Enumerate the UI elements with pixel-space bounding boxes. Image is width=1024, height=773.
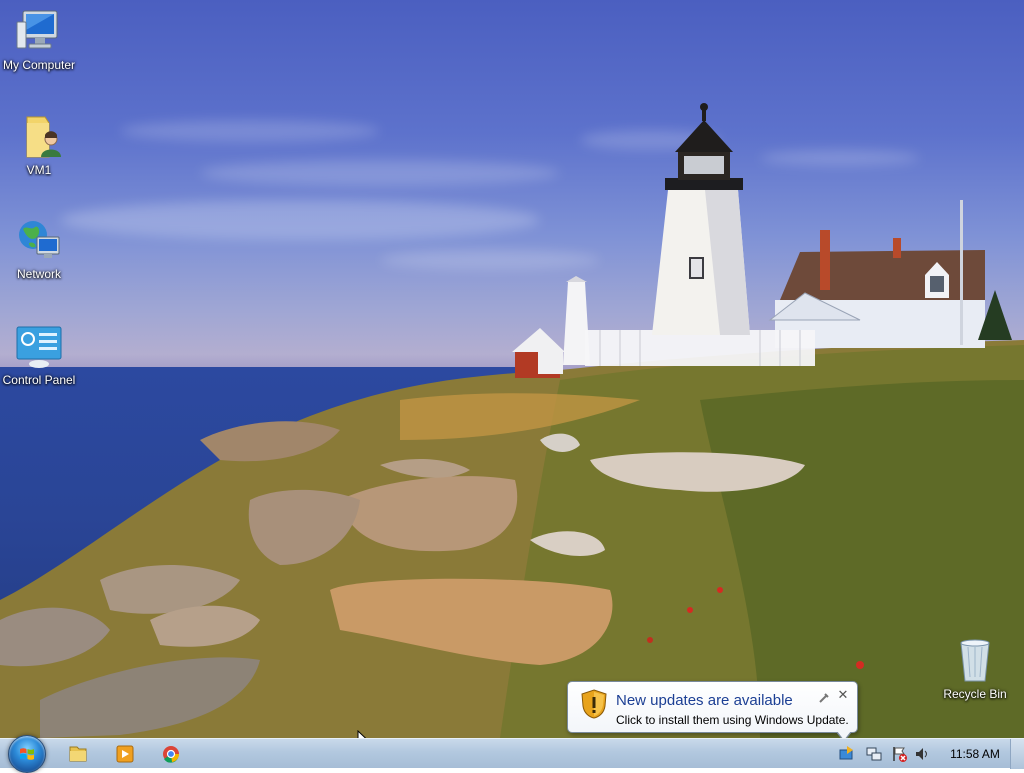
desktop-icon-label: Network (16, 267, 61, 281)
show-desktop-button[interactable] (1010, 739, 1024, 769)
network-icon (15, 217, 63, 265)
desktop-icon-label: VM1 (26, 163, 52, 177)
notification-close-button[interactable]: ✕ (836, 688, 850, 702)
volume-icon[interactable] (914, 746, 930, 762)
action-center-icon[interactable] (891, 746, 907, 762)
balloon-tail-inner (837, 731, 851, 738)
taskbar-explorer-button[interactable] (58, 742, 98, 766)
taskbar-media-player-button[interactable] (105, 742, 145, 766)
windows-logo-icon (20, 748, 34, 760)
wallpaper-landscape (0, 103, 1024, 738)
user-folder-icon (15, 113, 63, 161)
windows-update-icon[interactable] (838, 746, 854, 762)
recycle-bin-icon (951, 637, 999, 685)
desktop-icon-control-panel[interactable]: Control Panel (0, 323, 79, 387)
desktop-icon-recycle-bin[interactable]: Recycle Bin (935, 637, 1015, 701)
desktop-icon-network[interactable]: Network (0, 217, 79, 281)
notification-title: New updates are available (616, 692, 793, 709)
taskbar-clock[interactable]: 11:58 AM (940, 739, 1010, 769)
windows-update-shield-icon (581, 689, 607, 719)
taskbar-chrome-button[interactable] (151, 742, 191, 766)
computer-icon (15, 8, 63, 56)
control-panel-icon (15, 323, 63, 371)
windows-explorer-icon (69, 746, 87, 762)
media-player-icon (116, 745, 134, 763)
desktop-icon-label: Control Panel (2, 373, 76, 387)
desktop[interactable]: My Computer VM1 Network Control Panel Re… (0, 0, 1024, 738)
notification-body: Click to install them using Windows Upda… (616, 713, 849, 727)
network-tray-icon[interactable] (866, 746, 882, 762)
desktop-icon-label: Recycle Bin (943, 687, 1007, 701)
desktop-icon-my-computer[interactable]: My Computer (0, 8, 79, 72)
chrome-icon (163, 746, 180, 763)
notification-options-icon[interactable] (818, 691, 830, 703)
start-button[interactable] (8, 735, 46, 773)
taskbar: 11:58 AM (0, 735, 1024, 773)
update-notification-balloon[interactable]: New updates are available Click to insta… (567, 681, 858, 738)
desktop-icon-label: My Computer (2, 58, 76, 72)
desktop-icon-vm1[interactable]: VM1 (0, 113, 79, 177)
mouse-cursor-icon (357, 730, 367, 738)
